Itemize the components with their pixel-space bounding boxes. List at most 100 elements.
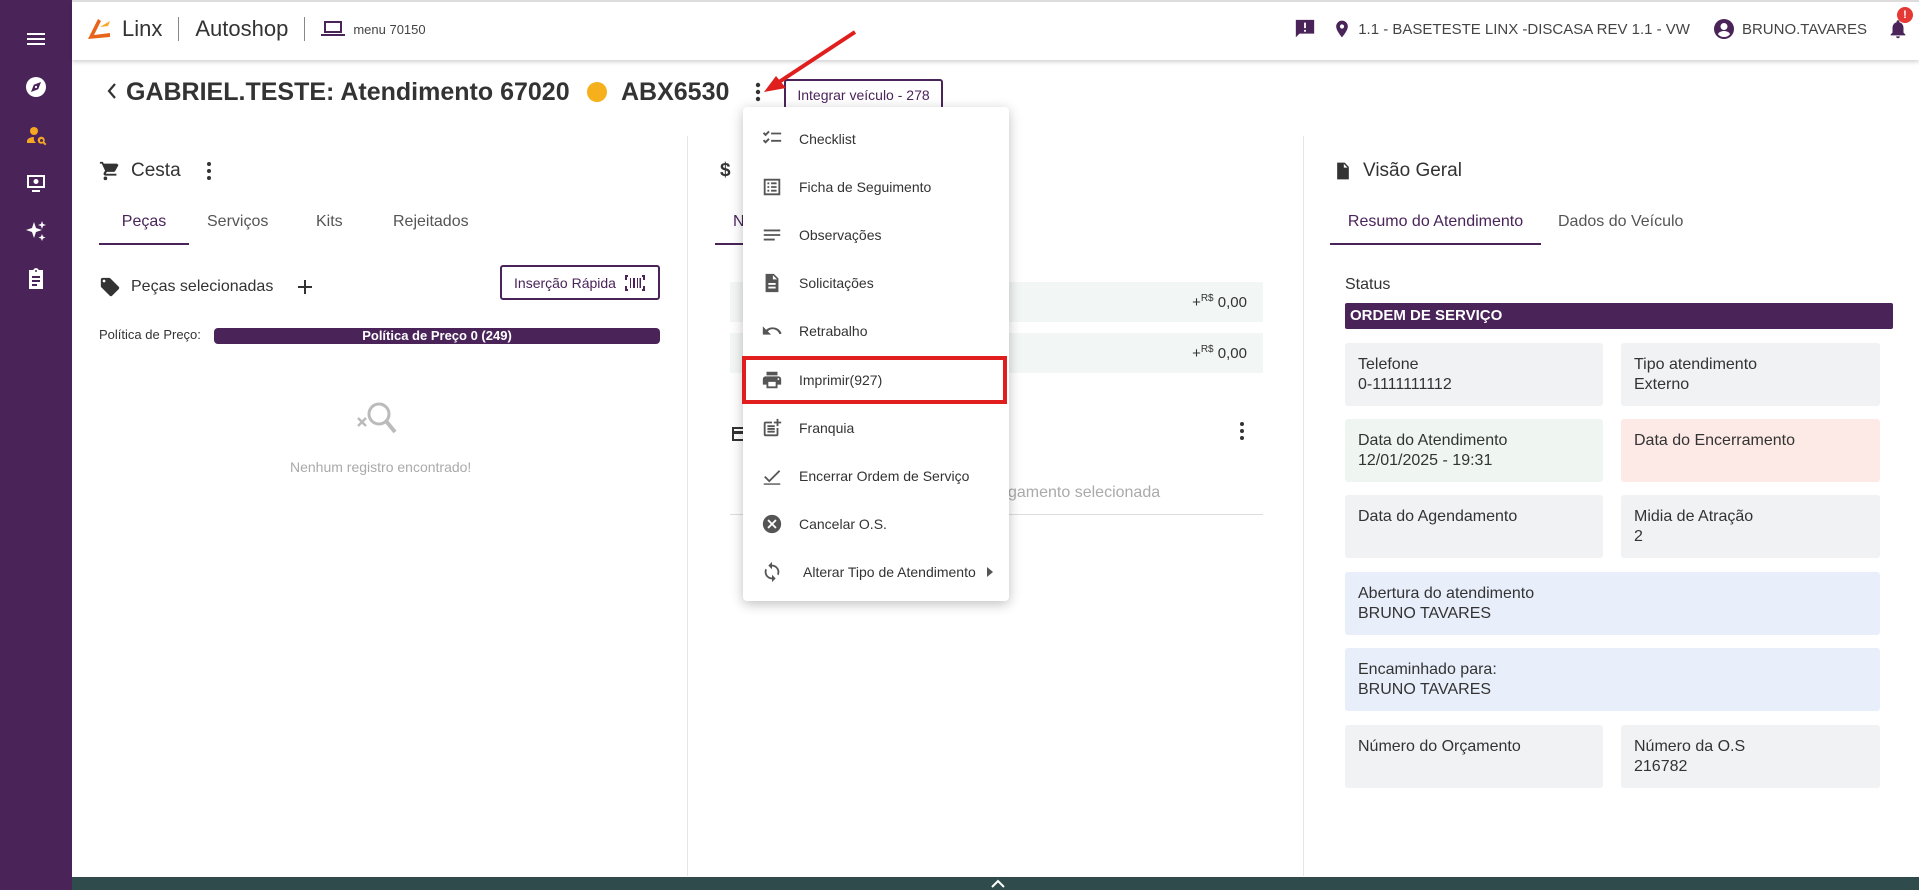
- print-icon: [762, 371, 782, 389]
- card-telefone: Telefone 0-1111111112: [1345, 343, 1603, 406]
- account-circle-icon: [1713, 19, 1734, 39]
- menu-label: Solicitações: [799, 275, 874, 291]
- tab-resumo[interactable]: Resumo do Atendimento: [1330, 213, 1541, 245]
- cesta-title: Cesta: [99, 160, 219, 182]
- menu-item-franquia[interactable]: Franquia: [743, 404, 1009, 452]
- card-label: Abertura do atendimento: [1358, 585, 1535, 602]
- menu-item-solicitacoes[interactable]: Solicitações: [743, 259, 1009, 307]
- undo-icon: [762, 326, 782, 335]
- location-selector[interactable]: 1.1 - BASETESTE LINX -DISCASA REV 1.1 - …: [1332, 18, 1690, 40]
- price-policy-label: Política de Preço:: [99, 327, 201, 342]
- menu-item-observacoes[interactable]: Observações: [743, 211, 1009, 259]
- menu-item-encerrar[interactable]: Encerrar Ordem de Serviço: [743, 452, 1009, 500]
- payment-more-icon[interactable]: [1232, 420, 1252, 447]
- menu-label: Imprimir(927): [799, 372, 883, 388]
- card-value: 216782: [1634, 758, 1688, 775]
- menu-code: menu 70150: [321, 20, 426, 38]
- card-value: 12/01/2025 - 19:31: [1358, 452, 1493, 469]
- card-label: Tipo atendimento: [1634, 356, 1758, 373]
- clipboard-icon[interactable]: [0, 259, 72, 299]
- card-label: Data do Agendamento: [1358, 508, 1518, 525]
- person-search-icon[interactable]: [0, 115, 72, 155]
- notifications-button[interactable]: !: [1887, 7, 1913, 41]
- add-icon[interactable]: [295, 277, 315, 297]
- card-midia: Midia de Atração 2: [1621, 495, 1880, 558]
- menu-label: Checklist: [799, 131, 856, 147]
- payment-empty-text: gamento selecionada: [1008, 484, 1161, 501]
- tab-rejeitados[interactable]: Rejeitados: [393, 213, 469, 243]
- chevron-up-icon[interactable]: [990, 879, 1006, 889]
- card-value: 0-1111111112: [1358, 376, 1452, 393]
- tag-icon: [100, 277, 120, 297]
- menu-label: Encerrar Ordem de Serviço: [799, 468, 970, 484]
- menu-item-imprimir[interactable]: Imprimir(927): [743, 356, 1009, 404]
- panel-divider: [687, 136, 688, 876]
- menu-label: Alterar Tipo de Atendimento: [803, 564, 976, 580]
- card-label: Número do Orçamento: [1358, 738, 1521, 755]
- card-label: Data do Atendimento: [1358, 432, 1508, 449]
- tab-dados-veiculo[interactable]: Dados do Veículo: [1558, 213, 1683, 243]
- monitor-icon[interactable]: [0, 163, 72, 203]
- page-title: GABRIEL.TESTE: Atendimento 67020: [126, 78, 570, 106]
- feedback-button[interactable]: [1294, 18, 1316, 40]
- laptop-icon: [321, 21, 346, 36]
- tab-pecas-underline-host: [99, 217, 189, 247]
- card-label: Midia de Atração: [1634, 508, 1754, 525]
- menu-item-retrabalho[interactable]: Retrabalho: [743, 307, 1009, 355]
- brand-divider: [178, 17, 180, 41]
- submenu-arrow-icon: [987, 567, 993, 577]
- menu-item-alterar-tipo[interactable]: Alterar Tipo de Atendimento: [743, 548, 1009, 596]
- card-data-encerramento: Data do Encerramento: [1621, 419, 1880, 482]
- quick-insert-button[interactable]: Inserção Rápida: [500, 265, 660, 300]
- card-tipo: Tipo atendimento Externo: [1621, 343, 1880, 406]
- compass-icon[interactable]: [0, 67, 72, 107]
- tab-kits[interactable]: Kits: [316, 213, 343, 243]
- sparkle-icon[interactable]: [0, 211, 72, 251]
- user-menu[interactable]: BRUNO.TAVARES: [1712, 17, 1867, 41]
- tab-servicos[interactable]: Serviços: [207, 213, 268, 243]
- panel-divider: [1303, 136, 1304, 876]
- card-value: BRUNO TAVARES: [1358, 605, 1492, 622]
- card-label: Número da O.S: [1634, 738, 1746, 755]
- menu-item-ficha[interactable]: Ficha de Seguimento: [743, 163, 1009, 211]
- quick-insert-label: Inserção Rápida: [514, 274, 616, 291]
- bottom-bar[interactable]: [72, 877, 1919, 890]
- user-name: BRUNO.TAVARES: [1741, 20, 1867, 38]
- status-label: Status: [1345, 276, 1391, 293]
- more-options-icon[interactable]: [748, 80, 768, 109]
- feedback-icon: [1296, 19, 1315, 38]
- check-icon: [763, 470, 781, 485]
- price-policy-select[interactable]: Política de Preço 0 (249): [214, 328, 660, 344]
- back-button[interactable]: [104, 80, 120, 107]
- card-abertura: Abertura do atendimento BRUNO TAVARES: [1345, 572, 1880, 635]
- actions-menu: Checklist Ficha de Seguimento Observaçõe…: [743, 107, 1009, 601]
- location-pin-icon: [1336, 20, 1349, 38]
- card-value: BRUNO TAVARES: [1358, 681, 1492, 698]
- checklist-icon: [762, 130, 782, 144]
- barcode-icon: [624, 274, 645, 291]
- card-encaminhado: Encaminhado para: BRUNO TAVARES: [1345, 648, 1880, 711]
- cart-icon: [99, 161, 119, 181]
- menu-code-text: menu 70150: [353, 21, 426, 37]
- menu-item-checklist[interactable]: Checklist: [743, 115, 1009, 163]
- card-numero-os: Número da O.S 216782: [1621, 725, 1880, 788]
- hamburger-menu-icon[interactable]: [0, 19, 72, 59]
- menu-item-cancelar[interactable]: Cancelar O.S.: [743, 500, 1009, 548]
- cancel-icon: [762, 514, 782, 534]
- total-value: +R$ 0,00: [1192, 344, 1247, 362]
- document-icon: [1337, 162, 1349, 180]
- notification-badge: !: [1897, 7, 1913, 23]
- card-label: Encaminhado para:: [1358, 661, 1497, 678]
- menu-label: Observações: [799, 227, 882, 243]
- brand-autoshop: Autoshop: [195, 16, 289, 41]
- menu-label: Ficha de Seguimento: [799, 179, 932, 195]
- post-add-icon: [763, 418, 782, 437]
- brand-divider: [304, 17, 306, 41]
- middle-title: $: [720, 160, 731, 182]
- status-badge: ORDEM DE SERVIÇO: [1345, 303, 1893, 329]
- card-value: 2: [1634, 528, 1643, 545]
- vehicle-plate: ABX6530: [621, 78, 730, 106]
- cesta-more-icon[interactable]: [199, 160, 219, 182]
- total-value: +R$ 0,00: [1192, 293, 1247, 311]
- status-dot: [587, 82, 607, 102]
